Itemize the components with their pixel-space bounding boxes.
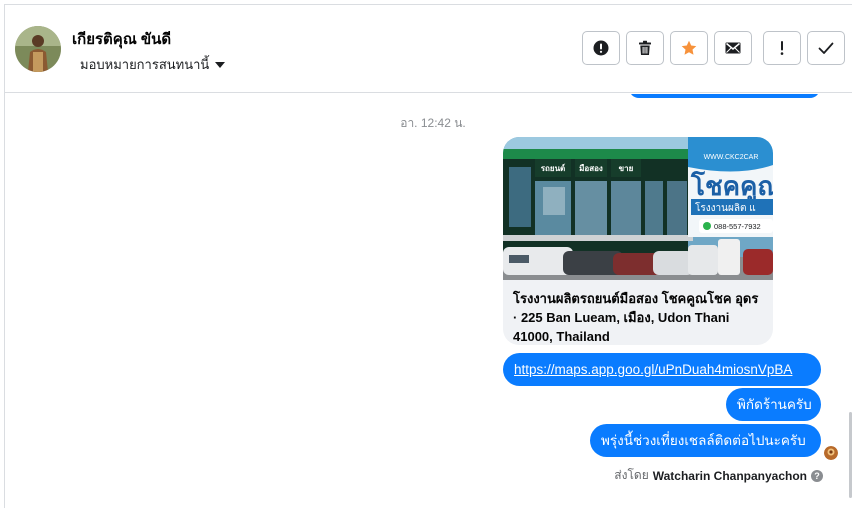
image-url-text: WWW.CKC2CAR [704, 154, 759, 161]
assign-conversation-dropdown[interactable]: มอบหมายการสนทนานี้ [80, 54, 226, 75]
alert-circle-icon [593, 40, 609, 56]
link-preview-image[interactable]: รถยนต์ มือสอง ขาย WWW.CKC2CAR โชคคูณ โรง… [503, 137, 773, 280]
spam-button[interactable] [582, 31, 620, 65]
message-bubble[interactable]: พรุ่งนี้ช่วงเที่ยงเชลล์ติดต่อไปนะครับ [590, 424, 821, 457]
scrollbar[interactable] [848, 94, 852, 508]
message-thread[interactable]: อา. 12:42 น. รถยนต์ มือสอง ขาย WWW.CKC2C… [5, 94, 852, 508]
mark-done-button[interactable] [807, 31, 845, 65]
conversation-header: เกียรติคุณ ขันดี มอบหมายการสนทนานี้ [5, 5, 852, 93]
conversation-actions [582, 31, 845, 65]
star-button[interactable] [670, 31, 708, 65]
sent-by-prefix: ส่งโดย [614, 468, 649, 482]
store-sign-text-1: รถยนต์ [541, 163, 566, 173]
delete-button[interactable] [626, 31, 664, 65]
star-icon [681, 40, 697, 55]
image-phone: 088-557-7932 [714, 222, 761, 231]
link-preview-card[interactable]: รถยนต์ มือสอง ขาย WWW.CKC2CAR โชคคูณ โรง… [503, 137, 773, 345]
follow-up-button[interactable] [763, 31, 801, 65]
envelope-icon [725, 42, 741, 54]
link-preview-title[interactable]: โรงงานผลิตรถยนต์มือสอง โชคคูณโชค อุดร · … [513, 289, 765, 345]
mark-unread-button[interactable] [714, 31, 752, 65]
seen-avatar [824, 446, 838, 460]
caret-down-icon [215, 62, 226, 68]
contact-name[interactable]: เกียรติคุณ ขันดี [72, 27, 171, 51]
assign-label: มอบหมายการสนทนานี้ [80, 57, 210, 72]
store-sign-text-2: มือสอง [579, 163, 603, 173]
sender-name: Watcharin Chanpanyachon [652, 468, 807, 483]
store-sign-text-3: ขาย [619, 164, 634, 173]
trash-icon [639, 40, 651, 55]
contact-avatar[interactable] [15, 26, 61, 72]
exclamation-icon [780, 41, 784, 55]
image-sign-sub: โรงงานผลิต แ [695, 201, 756, 214]
check-icon [818, 42, 834, 54]
previous-message-bubble[interactable] [629, 94, 820, 98]
image-sign-main: โชคคูณ [690, 170, 773, 203]
question-icon[interactable]: ? [811, 469, 823, 482]
message-bubble[interactable]: พิกัดร้านครับ [726, 388, 821, 421]
message-timestamp: อา. 12:42 น. [400, 116, 466, 130]
message-bubble-link[interactable]: https://maps.app.goo.gl/uPnDuah4miosnVpB… [503, 353, 821, 386]
sent-by-line: ส่งโดย Watcharin Chanpanyachon ? [614, 466, 823, 485]
conversation-panel: เกียรติคุณ ขันดี มอบหมายการสนทนานี้ อา. … [4, 4, 852, 508]
